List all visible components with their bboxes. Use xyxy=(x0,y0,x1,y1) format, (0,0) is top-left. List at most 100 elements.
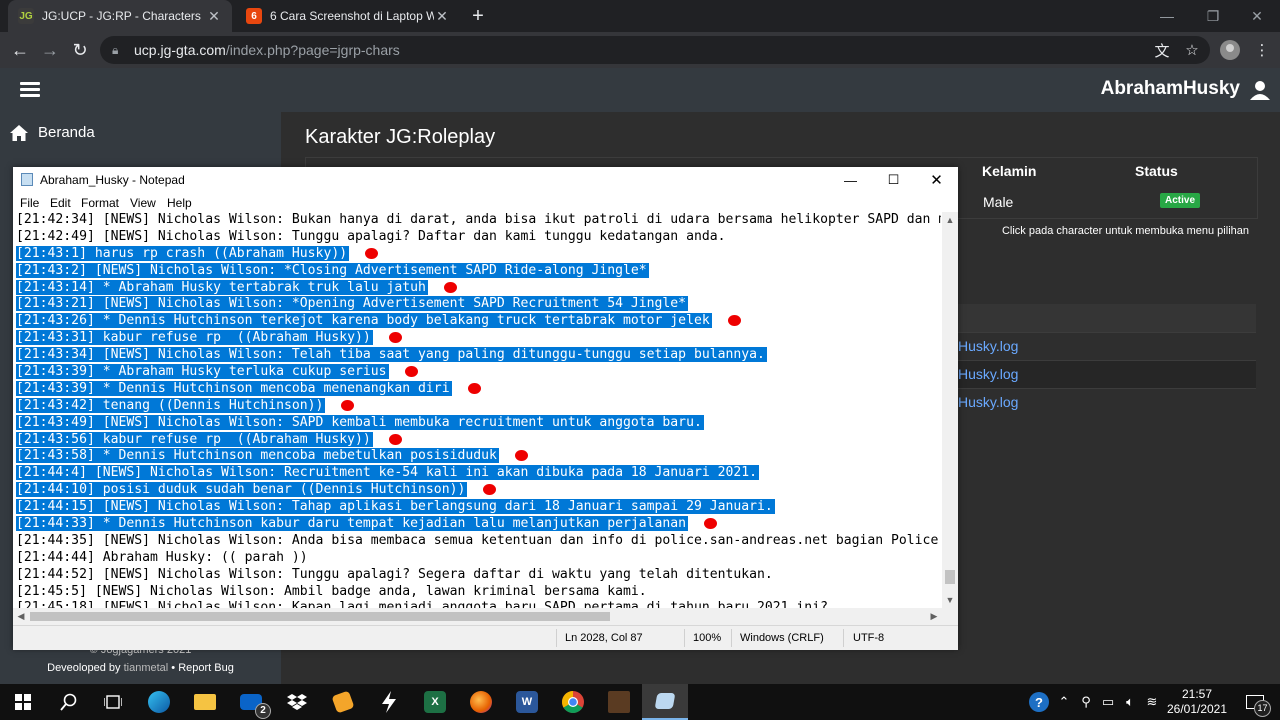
text-line[interactable]: [21:42:49] [NEWS] Nicholas Wilson: Tungg… xyxy=(16,229,941,246)
text-line[interactable]: [21:43:56] kabur refuse rp ((Abraham Hus… xyxy=(16,431,941,449)
text-line[interactable]: [21:42:34] [NEWS] Nicholas Wilson: Bukan… xyxy=(16,212,941,229)
firefox-icon[interactable] xyxy=(458,684,504,720)
text-line[interactable]: [21:43:21] [NEWS] Nicholas Wilson: *Open… xyxy=(16,296,941,313)
text-line-content: [21:44:15] [NEWS] Nicholas Wilson: Tahap… xyxy=(16,499,775,515)
notepad-taskbar-icon[interactable] xyxy=(642,684,688,720)
task-view-icon[interactable] xyxy=(90,684,136,720)
text-line[interactable]: [21:43:58] * Dennis Hutchinson mencoba m… xyxy=(16,448,941,465)
back-icon[interactable]: ← xyxy=(8,38,32,62)
minimize-icon[interactable]: — xyxy=(829,167,872,193)
text-line[interactable]: [21:44:35] [NEWS] Nicholas Wilson: Anda … xyxy=(16,533,941,550)
close-window-icon[interactable]: ✕ xyxy=(1234,0,1280,32)
menu-help[interactable]: Help xyxy=(167,196,192,210)
scrollbar-corner xyxy=(942,608,958,625)
battery-icon[interactable]: ▭ xyxy=(1098,684,1118,720)
volume-icon[interactable]: 🔈︎ xyxy=(1120,684,1140,720)
text-line[interactable]: [21:44:44] Abraham Husky: (( parah )) xyxy=(16,550,941,567)
text-line[interactable]: [21:43:2] [NEWS] Nicholas Wilson: *Closi… xyxy=(16,262,941,280)
scroll-right-icon[interactable]: ▶ xyxy=(926,608,942,625)
bookmark-star-icon[interactable]: ☆ xyxy=(1180,38,1204,62)
tab-jgucp[interactable]: JG JG:UCP - JG:RP - Characters ✕ xyxy=(8,0,232,32)
notepad-icon xyxy=(21,173,33,186)
power-automate-icon[interactable] xyxy=(366,684,412,720)
status-badge: Active xyxy=(1160,193,1201,208)
text-line-content: [21:44:33] * Dennis Hutchinson kabur dar… xyxy=(16,516,689,532)
text-line[interactable]: [21:43:14] * Abraham Husky tertabrak tru… xyxy=(16,279,941,297)
help-icon[interactable]: ? xyxy=(1026,684,1052,720)
close-icon[interactable]: ✕ xyxy=(915,167,958,193)
vertical-scrollbar[interactable]: ▲ ▼ xyxy=(942,212,958,608)
text-line[interactable]: [21:43:42] tenang ((Dennis Hutchinson)) xyxy=(16,397,941,415)
text-line-content: [21:44:4] [NEWS] Nicholas Wilson: Recrui… xyxy=(16,465,760,481)
notifications-icon[interactable]: 17 xyxy=(1240,684,1271,720)
menu-file[interactable]: File xyxy=(20,196,39,210)
start-icon[interactable] xyxy=(0,684,46,720)
wifi-icon[interactable]: ≋ xyxy=(1142,684,1162,720)
dropbox-icon[interactable] xyxy=(274,684,320,720)
game-icon[interactable] xyxy=(596,684,642,720)
text-line[interactable]: [21:43:34] [NEWS] Nicholas Wilson: Telah… xyxy=(16,347,941,364)
file-explorer-icon[interactable] xyxy=(182,684,228,720)
hamburger-menu-icon[interactable] xyxy=(20,80,40,100)
maximize-icon[interactable]: ☐ xyxy=(872,167,915,193)
edge-icon[interactable] xyxy=(136,684,182,720)
scroll-up-icon[interactable]: ▲ xyxy=(942,212,958,228)
username-label[interactable]: AbrahamHusky xyxy=(1101,78,1240,100)
minimize-icon[interactable]: — xyxy=(1144,0,1190,32)
text-line-content: [21:43:34] [NEWS] Nicholas Wilson: Telah… xyxy=(16,347,767,363)
notepad-text-area[interactable]: [21:42:34] [NEWS] Nicholas Wilson: Bukan… xyxy=(16,212,941,608)
cell-gender[interactable]: Male xyxy=(983,194,1013,210)
close-tab-icon[interactable]: ✕ xyxy=(206,8,222,25)
forward-icon[interactable]: → xyxy=(38,38,62,62)
close-tab-icon[interactable]: ✕ xyxy=(434,8,450,25)
horizontal-scrollbar[interactable]: ◀ ▶ xyxy=(13,608,942,625)
sublime-icon[interactable] xyxy=(320,684,366,720)
chrome-icon[interactable] xyxy=(550,684,596,720)
reload-icon[interactable]: ↻ xyxy=(68,38,92,62)
dev-separator: • xyxy=(171,662,176,674)
menu-format[interactable]: Format xyxy=(81,196,119,210)
text-line[interactable]: [21:45:5] [NEWS] Nicholas Wilson: Ambil … xyxy=(16,584,941,601)
report-bug-link[interactable]: Report Bug xyxy=(178,662,234,674)
tab-screenshot-article[interactable]: 6 6 Cara Screenshot di Laptop Win ✕ xyxy=(236,0,460,32)
scroll-left-icon[interactable]: ◀ xyxy=(13,608,29,625)
text-line-content: [21:42:49] [NEWS] Nicholas Wilson: Tungg… xyxy=(16,228,726,244)
text-line[interactable]: [21:44:15] [NEWS] Nicholas Wilson: Tahap… xyxy=(16,499,941,516)
sidebar-item-home[interactable]: Beranda xyxy=(10,124,95,141)
text-line[interactable]: [21:44:52] [NEWS] Nicholas Wilson: Tungg… xyxy=(16,567,941,584)
text-line[interactable]: [21:43:39] * Dennis Hutchinson mencoba m… xyxy=(16,380,941,398)
user-icon[interactable] xyxy=(1250,80,1270,100)
scroll-thumb[interactable] xyxy=(945,570,955,584)
text-line[interactable]: [21:43:31] kabur refuse rp ((Abraham Hus… xyxy=(16,330,941,347)
network-icon[interactable]: ⚲ xyxy=(1076,684,1096,720)
address-bar[interactable]: 🔒︎ ucp.jg-gta.com/index.php?page=jgrp-ch… xyxy=(100,36,1210,64)
text-line[interactable]: [21:43:49] [NEWS] Nicholas Wilson: SAPD … xyxy=(16,414,941,432)
scroll-down-icon[interactable]: ▼ xyxy=(942,592,958,608)
text-line[interactable]: [21:43:39] * Abraham Husky terluka cukup… xyxy=(16,364,941,381)
chevron-up-icon[interactable]: ⌃ xyxy=(1054,684,1074,720)
taskbar: 2 X W ? ⌃ ⚲ ▭ 🔈︎ ≋ 21:57 26/01/2021 17 xyxy=(0,684,1280,720)
translate-icon[interactable]: 文 xyxy=(1150,38,1174,62)
text-line[interactable]: [21:43:26] * Dennis Hutchinson terkejot … xyxy=(16,313,941,330)
scroll-thumb[interactable] xyxy=(30,612,610,621)
excel-icon[interactable]: X xyxy=(412,684,458,720)
text-line[interactable]: [21:45:18] [NEWS] Nicholas Wilson: Kapan… xyxy=(16,600,941,608)
word-icon[interactable]: W xyxy=(504,684,550,720)
text-line[interactable]: [21:44:33] * Dennis Hutchinson kabur dar… xyxy=(16,516,941,533)
restore-icon[interactable]: ❐ xyxy=(1190,0,1236,32)
sidebar-item-label: Beranda xyxy=(38,124,95,141)
menu-edit[interactable]: Edit xyxy=(50,196,71,210)
profile-avatar-icon[interactable] xyxy=(1218,38,1242,62)
dev-name-link[interactable]: tianmetal xyxy=(124,662,169,674)
text-line[interactable]: [21:44:10] posisi duduk sudah benar ((De… xyxy=(16,482,941,499)
text-line[interactable]: [21:43:1] harus rp crash ((Abraham Husky… xyxy=(16,245,941,263)
taskbar-clock[interactable]: 21:57 26/01/2021 xyxy=(1160,687,1234,717)
new-tab-button[interactable]: + xyxy=(464,0,492,32)
text-line[interactable]: [21:44:4] [NEWS] Nicholas Wilson: Recrui… xyxy=(16,465,941,482)
mail-icon[interactable]: 2 xyxy=(228,684,274,720)
mail-badge: 2 xyxy=(255,703,271,719)
search-icon[interactable] xyxy=(46,684,92,720)
menu-view[interactable]: View xyxy=(130,196,156,210)
notepad-title-bar[interactable]: Abraham_Husky - Notepad — ☐ ✕ xyxy=(13,167,958,193)
chrome-menu-icon[interactable]: ⋮ xyxy=(1250,38,1274,62)
